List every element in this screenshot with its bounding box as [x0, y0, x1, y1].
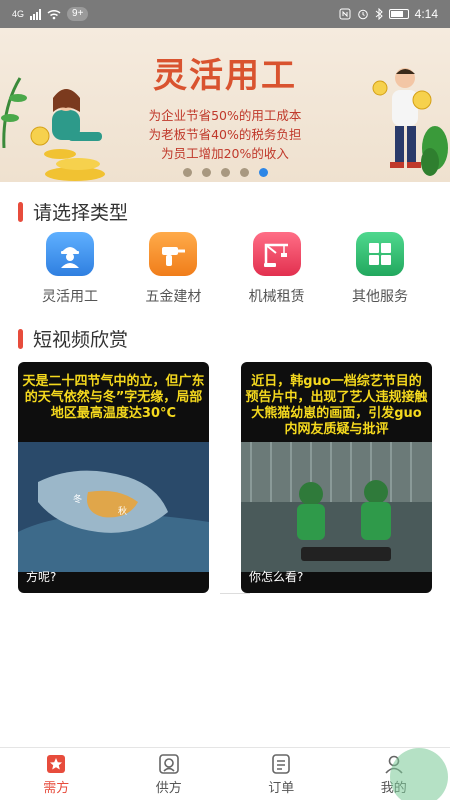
category-label: 五金建材: [145, 289, 202, 305]
pagination-dot[interactable]: [182, 168, 192, 177]
notification-badge: 9+: [67, 7, 89, 21]
alarm-icon: [357, 9, 368, 20]
section-accent-bar: [18, 201, 23, 222]
tab-orders[interactable]: 订单: [225, 748, 338, 800]
pagination-dot[interactable]: [201, 168, 211, 177]
video-caption: 近日，韩guo一档综艺节目的预告片中，出现了艺人违规接触大熊猫幼崽的画面，引发g…: [245, 374, 428, 437]
status-bar: 4G 9+ 4:14: [0, 0, 450, 28]
video-card[interactable]: 近日，韩guo一档综艺节目的预告片中，出现了艺人违规接触大熊猫幼崽的画面，引发g…: [241, 362, 432, 593]
tab-label: 需方: [43, 780, 70, 796]
crane-icon: [252, 232, 301, 276]
order-list-icon: [272, 753, 291, 774]
banner-line: 为老板节省40%的税务负担: [148, 127, 302, 142]
category-label: 机械租赁: [248, 289, 305, 305]
promo-banner[interactable]: 灵活用工 为企业节省50%的用工成本 为老板节省40%的税务负担 为员工增加20…: [0, 28, 450, 182]
battery-icon: [388, 9, 409, 19]
star-bookmark-icon: [47, 754, 66, 773]
signal-icon: [30, 8, 42, 20]
video-card[interactable]: 天是二十四节气中的立，但广东的天气依然与冬”字无缘，局部地区最高温度达30°C …: [18, 362, 209, 593]
pagination-dot[interactable]: [220, 168, 230, 177]
floating-touch-button[interactable]: [390, 748, 448, 800]
supplier-icon: [158, 753, 179, 774]
pagination-dot[interactable]: [239, 168, 249, 177]
tab-label: 供方: [155, 780, 182, 796]
boxes-icon: [355, 232, 404, 276]
tab-supply[interactable]: 供方: [113, 748, 226, 800]
svg-text:秋: 秋: [118, 505, 127, 517]
section-title: 短视频欣赏: [33, 329, 129, 351]
scene-thumbnail: [241, 442, 432, 572]
banner-pagination: [0, 168, 450, 177]
video-footer-text: 方呢?: [26, 570, 57, 584]
network-label: 4G: [12, 9, 25, 19]
wifi-icon: [47, 9, 61, 19]
category-machinery-rental[interactable]: 机械租赁: [227, 232, 327, 306]
pagination-dot-active[interactable]: [258, 168, 268, 177]
section-title: 请选择类型: [33, 202, 129, 224]
category-label: 其他服务: [351, 289, 408, 305]
video-list: 天是二十四节气中的立，但广东的天气依然与冬”字无缘，局部地区最高温度达30°C …: [18, 362, 432, 593]
category-label: 灵活用工: [42, 289, 98, 305]
worker-icon: [46, 232, 94, 276]
video-caption: 天是二十四节气中的立，但广东的天气依然与冬”字无缘，局部地区最高温度达30°C: [22, 374, 205, 421]
category-other-services[interactable]: 其他服务: [330, 232, 430, 306]
category-grid: 灵活用工 五金建材 机械租赁 其他服务: [20, 232, 430, 306]
section-accent-bar: [18, 328, 23, 349]
nfc-icon: [339, 8, 351, 20]
map-thumbnail: 秋 冬: [18, 442, 209, 572]
clock: 4:14: [414, 7, 438, 21]
tab-demand[interactable]: 需方: [0, 748, 113, 800]
drill-icon: [149, 232, 198, 276]
video-footer-text: 你怎么看?: [249, 570, 304, 584]
banner-line: 为企业节省50%的用工成本: [148, 108, 302, 123]
tab-label: 订单: [268, 780, 295, 796]
category-hardware-materials[interactable]: 五金建材: [123, 232, 223, 306]
divider: [220, 593, 250, 594]
video-section-header: 短视频欣赏: [18, 325, 128, 352]
category-section-header: 请选择类型: [18, 198, 128, 225]
bottom-tab-bar: 需方 供方 订单 我的: [0, 747, 450, 800]
banner-text: 为企业节省50%的用工成本 为老板节省40%的税务负担 为员工增加20%的收入: [110, 106, 340, 163]
svg-text:冬: 冬: [73, 493, 82, 505]
banner-line: 为员工增加20%的收入: [161, 146, 289, 161]
banner-title: 灵活用工: [153, 56, 297, 96]
bluetooth-icon: [375, 8, 383, 20]
category-flexible-labor[interactable]: 灵活用工: [20, 232, 120, 306]
